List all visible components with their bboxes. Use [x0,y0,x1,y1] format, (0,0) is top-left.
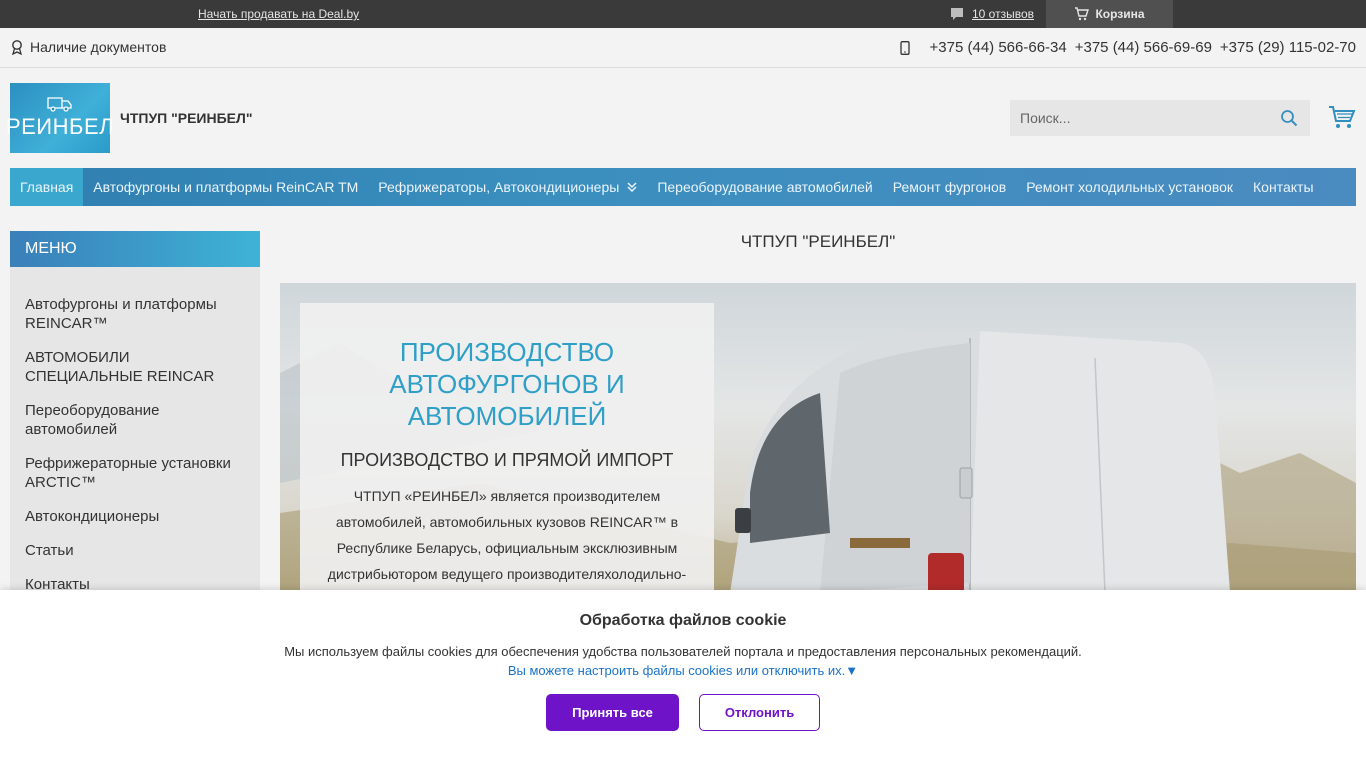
sidebar-item-conversion[interactable]: Переоборудование автомобилей [25,401,245,439]
nav-item-refrigerators[interactable]: Рефрижераторы, Автокондиционеры [368,168,647,206]
search-input[interactable] [1010,110,1270,126]
hero-subheading: ПРОИЗВОДСТВО И ПРЯМОЙ ИМПОРТ [340,450,674,470]
cookie-text: Мы используем файлы cookies для обеспече… [284,644,1082,659]
search-icon[interactable] [1280,109,1298,127]
speech-bubble-icon [951,8,963,20]
nav-item-conversion[interactable]: Переоборудование автомобилей [647,168,882,206]
phone-icon [899,40,910,55]
cart-label: Корзина [1095,7,1145,21]
cookie-title: Обработка файлов cookie [579,612,787,629]
sell-on-deal-link[interactable]: Начать продавать на Deal.by [198,7,359,21]
phone-1[interactable]: +375 (44) 566-66-34 [930,39,1067,56]
cart-icon [1075,7,1090,21]
search-box [1010,100,1310,136]
sidebar-item-articles[interactable]: Статьи [25,541,245,560]
cookie-banner: Обработка файлов cookie Мы используем фа… [0,590,1366,768]
double-chevron-down-icon [627,182,637,192]
sidebar-item-vans[interactable]: Автофургоны и платформы REINCAR™ [25,295,245,333]
cookie-buttons: Принять все Отклонить [0,694,1366,731]
award-icon [12,40,22,55]
header-cart-icon[interactable] [1328,103,1356,131]
documents-link[interactable]: Наличие документов [10,39,166,55]
info-bar: Наличие документов +375 (44) 566-66-34 +… [0,28,1366,68]
sidebar-item-refrigeration[interactable]: Рефрижераторные установки ARCTIC™ [25,454,245,492]
page-title: ЧТПУП "РЕИНБЕЛ" [740,232,896,251]
sidebar: Автофургоны и платформы REINCAR™ АВТОМОБ… [10,267,260,597]
reviews-link[interactable]: 10 отзывов [972,7,1034,21]
nav-item-cooling-repair[interactable]: Ремонт холодильных установок [1016,168,1243,206]
hero-text: ЧТПУП «РЕИНБЕЛ» является производителем … [327,488,687,582]
nav-item-contacts[interactable]: Контакты [1243,168,1323,206]
hero-heading: ПРОИЗВОДСТВО АВТОФУРГОНОВ И АВТОМОБИЛЕЙ [389,337,625,431]
nav-item-vans-platforms[interactable]: Автофургоны и платформы ReinCAR TM [83,168,368,206]
phone-3[interactable]: +375 (29) 115-02-70 [1220,39,1356,56]
nav-item-refrigerators-label: Рефрижераторы, Автокондиционеры [378,179,620,195]
cookie-settings-link[interactable]: Вы можете настроить файлы cookies или от… [0,663,1366,678]
logo-text: РЕИНБЕЛ [5,114,115,139]
documents-label: Наличие документов [30,39,167,55]
hero-banner: ПРОИЗВОДСТВО АВТОФУРГОНОВ И АВТОМОБИЛЕЙ … [280,283,1356,593]
truck-logo-icon [47,97,72,112]
decline-button[interactable]: Отклонить [699,694,820,731]
top-cart-button[interactable]: Корзина [1046,0,1173,28]
reviews[interactable]: 10 отзывов [950,7,1034,21]
sidebar-heading: МЕНЮ [10,231,260,267]
logo[interactable]: РЕИНБЕЛ [6,83,114,153]
phone-2[interactable]: +375 (44) 566-69-69 [1075,39,1212,56]
hero-card: ПРОИЗВОДСТВО АВТОФУРГОНОВ И АВТОМОБИЛЕЙ … [300,303,714,593]
sidebar-item-special-cars[interactable]: АВТОМОБИЛИ СПЕЦИАЛЬНЫЕ REINCAR [25,348,245,386]
nav-item-van-repair[interactable]: Ремонт фургонов [883,168,1016,206]
company-name: ЧТПУП "РЕИНБЕЛ" [120,110,253,126]
top-bar: Начать продавать на Deal.by 10 отзывов К… [0,0,1366,28]
main-nav: Главная Автофургоны и платформы ReinCAR … [10,168,1356,206]
accept-all-button[interactable]: Принять все [546,694,679,731]
phone-numbers: +375 (44) 566-66-34 +375 (44) 566-69-69 … [899,39,1356,56]
sidebar-item-air-conditioners[interactable]: Автокондиционеры [25,507,245,526]
nav-item-home[interactable]: Главная [10,168,84,206]
